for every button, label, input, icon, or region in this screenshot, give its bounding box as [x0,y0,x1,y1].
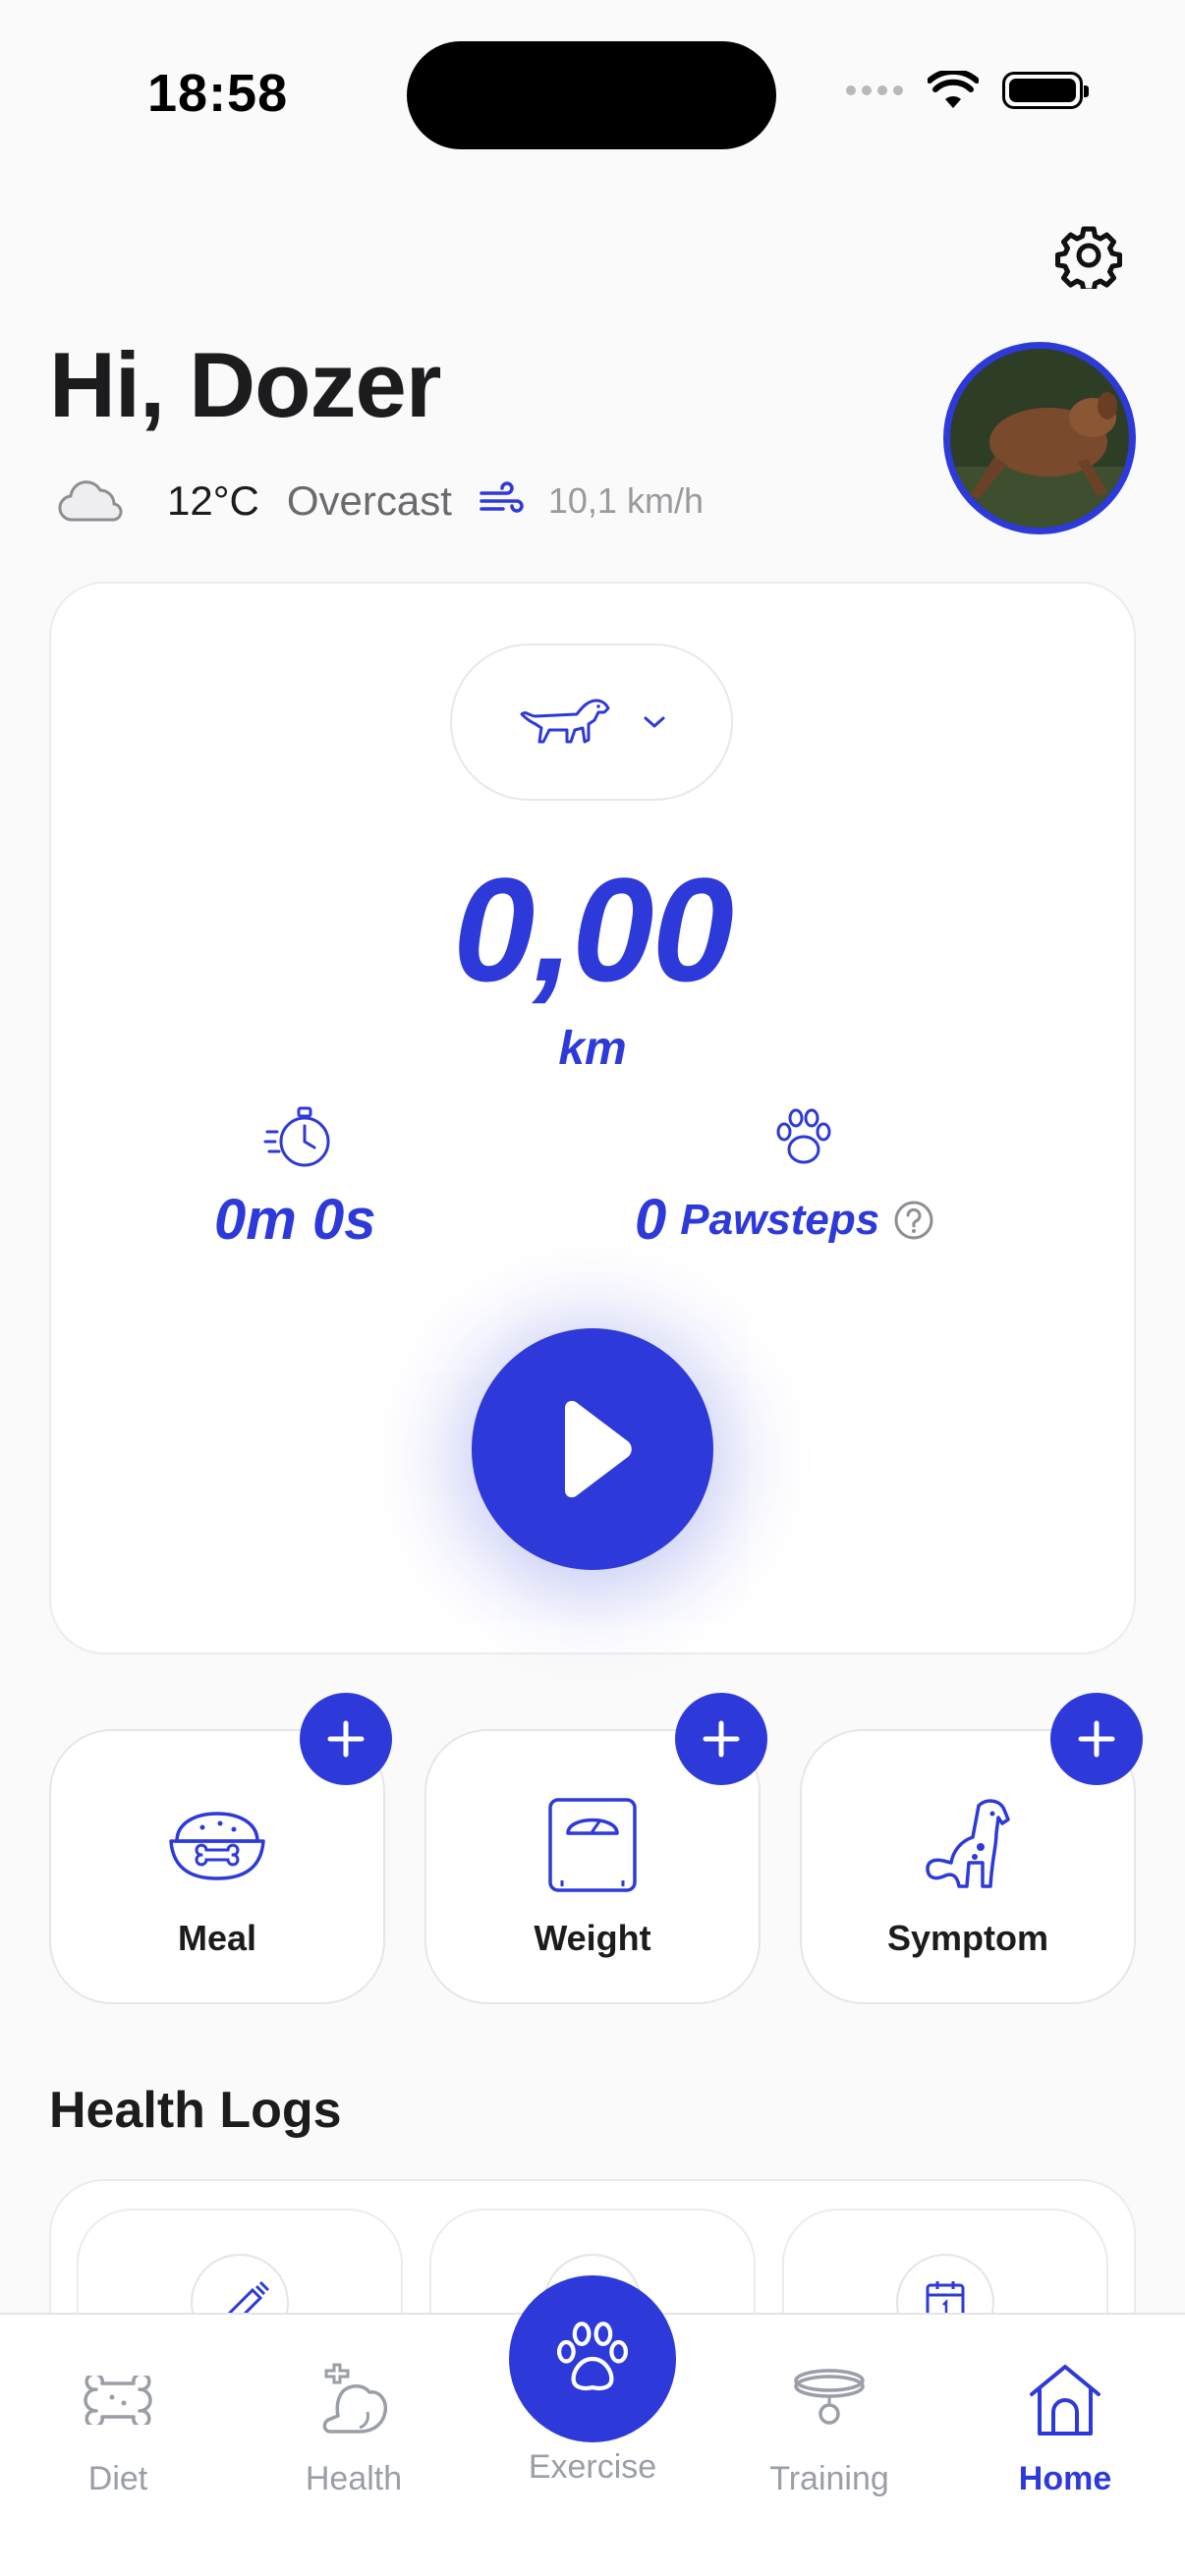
settings-button[interactable] [1051,218,1126,293]
tab-home[interactable]: Home [957,2356,1173,2498]
start-walk-button[interactable] [472,1328,713,1570]
tab-health-label: Health [305,2460,403,2497]
paw-icon [776,1108,831,1164]
food-bowl-icon [169,1812,265,1880]
dog-house-icon [1030,2365,1100,2436]
chevron-down-icon [644,716,665,728]
plus-icon [703,1720,740,1758]
weather-row: 12°C Overcast 10,1 km/h [57,470,704,532]
health-dog-icon [322,2363,388,2434]
weather-condition: Overcast [286,477,452,524]
battery-icon [1002,72,1089,109]
health-logs-title: Health Logs [49,2082,342,2139]
dog-avatar[interactable] [943,342,1136,534]
tab-health[interactable]: Health [246,2356,462,2498]
pawsteps-label: Pawsteps [680,1195,880,1244]
status-icons [845,71,1089,110]
symptom-label: Symptom [886,1918,1049,1958]
tab-training-label: Training [769,2460,889,2497]
distance-value: 0,00 [453,847,734,1012]
add-meal-button[interactable] [300,1693,392,1785]
plus-icon [1078,1720,1115,1758]
meal-label: Meal [177,1918,257,1958]
scale-icon [548,1798,637,1892]
sick-dog-icon [926,1799,1010,1888]
add-symptom-button[interactable] [1050,1693,1143,1785]
wifi-icon [928,71,979,108]
tab-exercise[interactable] [509,2275,676,2442]
dynamic-island [407,41,776,149]
wind-icon [480,481,524,513]
pawsteps-value: 0 [635,1188,667,1252]
dog-photo [950,349,1129,528]
duration-value: 0m 0s [214,1188,376,1252]
temperature: 12°C [167,477,259,524]
tab-diet-label: Diet [87,2460,148,2497]
wind-speed: 10,1 km/h [547,480,704,521]
plus-icon [327,1720,365,1758]
weight-label: Weight [534,1918,651,1958]
tab-home-label: Home [1018,2460,1112,2497]
tab-training[interactable]: Training [721,2356,937,2498]
help-icon[interactable] [893,1200,934,1241]
signal-icon [846,85,903,95]
pawsteps-stat: 0 Pawsteps [635,1187,934,1253]
dog-selector[interactable] [450,644,733,801]
play-icon [565,1400,632,1498]
status-time: 18:58 [147,64,289,123]
greeting-title: Hi, Dozer [49,333,441,436]
tab-exercise-label: Exercise [528,2448,657,2486]
collar-icon [794,2369,865,2425]
tab-diet[interactable]: Diet [10,2356,226,2498]
gear-icon [1055,226,1122,289]
add-weight-button[interactable] [675,1693,767,1785]
paw-icon [556,2322,629,2391]
distance-unit: km [558,1023,627,1075]
cloud-icon [58,480,123,522]
stopwatch-icon [263,1106,330,1167]
bone-icon [84,2376,152,2425]
dog-icon [520,699,610,744]
